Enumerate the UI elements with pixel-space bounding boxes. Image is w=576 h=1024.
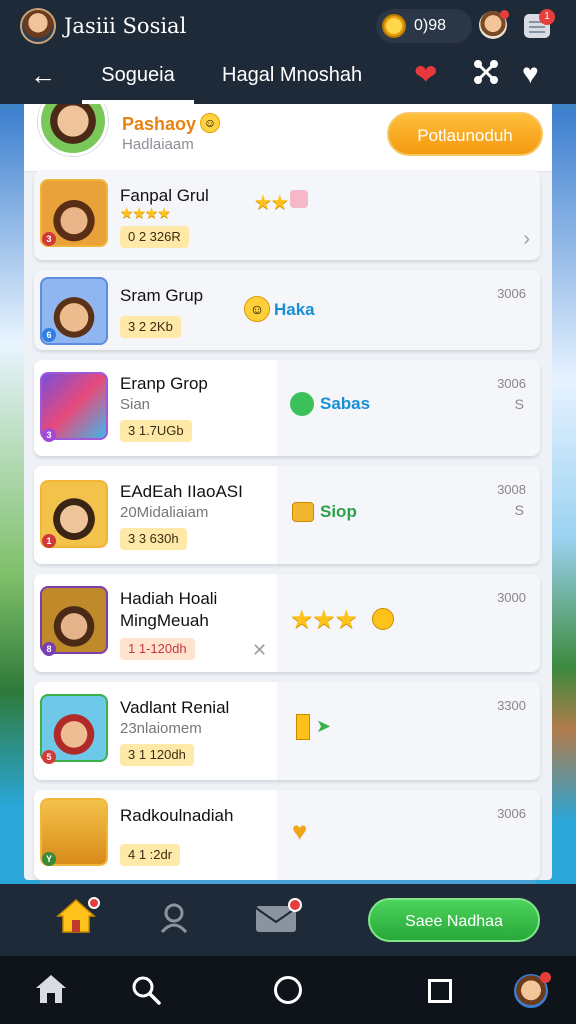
row-value: 3006 xyxy=(497,286,526,301)
profile-subtitle: Hadlaiaam xyxy=(122,136,194,153)
carrot-icon: ➤ xyxy=(316,716,332,736)
row-tag: 3 1 120dh xyxy=(120,744,194,766)
row-subtitle: Sian xyxy=(120,396,151,413)
notification-badge: 1 xyxy=(539,9,555,25)
group-list-panel: Pashaoy ☺ Hadlaiaam Potlaunoduh 3 Fanpal… xyxy=(24,104,552,880)
rating-stars-icon: ★★ xyxy=(254,192,289,214)
mail-notification-dot xyxy=(288,898,302,912)
list-item[interactable]: 3 Fanpal Grul ★★★★ 0 2 326R ★★ › xyxy=(34,170,540,260)
profile-name: Pashaoy xyxy=(122,114,197,134)
close-icon[interactable]: ✕ xyxy=(252,640,267,661)
search-icon[interactable] xyxy=(130,974,162,1011)
system-home-circle-icon[interactable] xyxy=(274,976,302,1004)
row-title: Hadiah Hoali MingMeuah xyxy=(120,589,218,630)
row-value: 3006 xyxy=(497,376,526,391)
trophy-icon xyxy=(296,714,310,740)
gift-box-icon xyxy=(292,502,314,522)
chat-icon[interactable] xyxy=(156,900,192,941)
row-status: Siop xyxy=(320,502,357,521)
row-status: Sabas xyxy=(320,394,371,413)
chevron-right-icon[interactable]: › xyxy=(523,228,530,251)
badge-shield-icon xyxy=(372,608,394,630)
thumbnail-badge: Y xyxy=(42,852,56,866)
coin-balance[interactable]: 0)98 xyxy=(376,9,472,43)
list-item[interactable]: 8 Hadiah Hoali MingMeuah 1 1-120dh ✕ ★★★… xyxy=(34,574,540,672)
list-item[interactable]: 3 Eranp Grop Sian 3 1.7UGb Sabas 3006 S xyxy=(34,360,540,456)
list-item[interactable]: 1 EAdEah IIaoASI 20Midaliaiam 3 3 630h S… xyxy=(34,466,540,564)
list-item[interactable]: 5 Vadlant Renial 23nlaiomem 3 1 120dh ➤ … xyxy=(34,682,540,780)
home-notification-dot xyxy=(88,897,100,909)
coin-icon xyxy=(382,14,406,38)
row-tag: 3 3 630h xyxy=(120,528,187,550)
share-icon[interactable] xyxy=(472,58,500,91)
thumbnail-badge: 6 xyxy=(42,328,56,342)
app-logo-avatar xyxy=(20,8,56,44)
row-subtitle: 20Midaliaiam xyxy=(120,504,209,521)
system-recents-icon[interactable] xyxy=(428,979,452,1003)
row-value: 3006 xyxy=(497,806,526,821)
avatar-notification-dot xyxy=(500,10,509,19)
profile-action-button[interactable]: Potlaunoduh xyxy=(387,112,543,156)
thumbnail-badge: 1 xyxy=(42,534,56,548)
row-title: EAdEah IIaoASI xyxy=(120,482,243,501)
row-title: Fanpal Grul xyxy=(120,186,209,205)
back-arrow-icon[interactable]: ← xyxy=(30,62,56,88)
tab-sogueia[interactable]: Sogueia xyxy=(82,62,194,104)
thumbnail-badge: 8 xyxy=(42,642,56,656)
thumbnail-badge: 5 xyxy=(42,750,56,764)
row-tag: 1 1-120dh xyxy=(120,638,195,660)
gift-icon xyxy=(290,190,308,208)
row-value: 3008 xyxy=(497,482,526,497)
profile-avatar xyxy=(38,104,108,156)
row-value: 3300 xyxy=(497,698,526,713)
favorite-heart-icon[interactable]: ♥ xyxy=(522,58,539,90)
coin-count: 0)98 xyxy=(414,17,447,34)
profile-notification-dot xyxy=(540,972,551,983)
list-item[interactable]: 6 Sram Grup 3 2 2Kb ☺ Haka 3006 xyxy=(34,270,540,350)
tab-hagal-mnoshah[interactable]: Hagal Mnoshah xyxy=(222,62,382,104)
row-tag: 0 2 326R xyxy=(120,226,189,248)
wink-emoji-icon: ☺ xyxy=(244,296,270,322)
rating-stars-icon: ★★★★ xyxy=(120,205,171,222)
row-tag: 3 2 2Kb xyxy=(120,316,181,338)
chat-bubble-icon xyxy=(290,392,314,416)
row-value-secondary: S xyxy=(514,396,524,412)
save-button[interactable]: Saee Nadhaa xyxy=(368,898,540,942)
system-home-icon[interactable] xyxy=(34,972,68,1011)
app-title: Jasiii Sosial xyxy=(64,14,187,38)
thumbnail-badge: 3 xyxy=(42,428,56,442)
row-subtitle: 23nlaiomem xyxy=(120,720,202,737)
smile-emoji-icon: ☺ xyxy=(200,113,220,133)
row-value: 3000 xyxy=(497,590,526,605)
heart-icon[interactable]: ❤ xyxy=(414,58,437,91)
row-title: Sram Grup xyxy=(120,286,204,305)
row-title: Eranp Grop xyxy=(120,374,208,393)
row-tag: 3 1.7UGb xyxy=(120,420,192,442)
list-item[interactable]: Y Radkoulnadiah 4 1 :2dr ♥ 3006 xyxy=(34,790,540,880)
row-value-secondary: S xyxy=(514,502,524,518)
thumbnail-badge: 3 xyxy=(42,232,56,246)
rating-stars-icon: ★★★ xyxy=(290,604,358,634)
row-tag: 4 1 :2dr xyxy=(120,844,181,866)
heart-badge-icon: ♥ xyxy=(292,816,308,846)
row-status: Haka xyxy=(274,300,315,319)
profile-card: Pashaoy ☺ Hadlaiaam Potlaunoduh xyxy=(24,104,552,172)
row-title: Vadlant Renial xyxy=(120,698,230,717)
row-title: Radkoulnadiah xyxy=(120,806,234,825)
